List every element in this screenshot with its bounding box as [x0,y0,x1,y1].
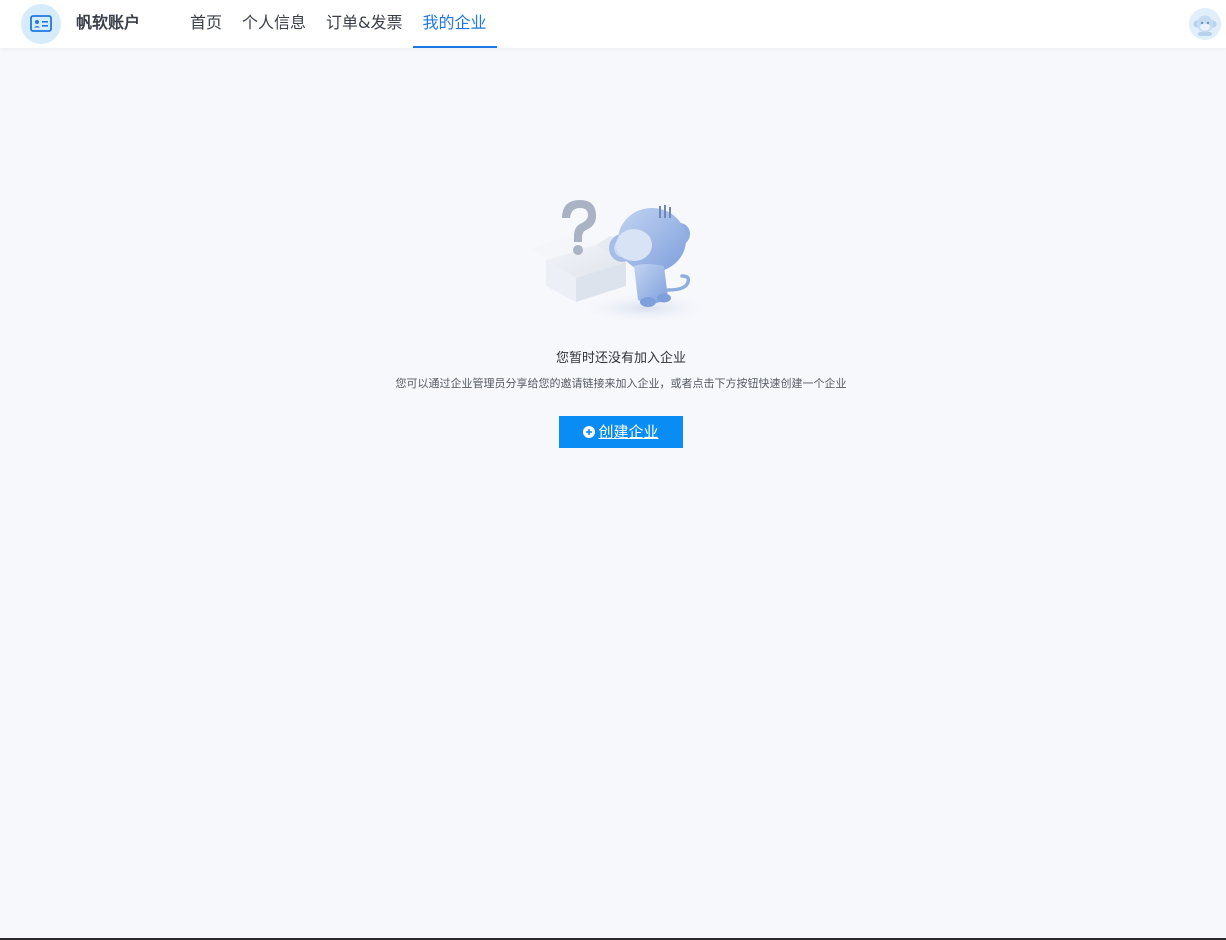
nav-profile[interactable]: 个人信息 [232,0,316,48]
nav-my-enterprise[interactable]: 我的企业 [412,0,497,48]
empty-description: 您可以通过企业管理员分享给您的邀请链接来加入企业，或者点击下方按钮快速创建一个企… [395,377,847,390]
monkey-avatar-icon [1189,8,1221,40]
create-enterprise-label: 创建企业 [598,423,659,441]
empty-illustration [526,190,716,334]
logo[interactable] [21,4,61,44]
nav-orders-invoices[interactable]: 订单&发票 [316,0,412,48]
nav-home[interactable]: 首页 [180,0,232,48]
empty-title: 您暂时还没有加入企业 [555,351,686,366]
monkey-question-box-illustration [532,200,716,324]
id-card-icon [30,15,52,32]
plus-circle-icon [583,426,596,438]
create-enterprise-button[interactable]: 创建企业 [559,416,683,448]
top-header: 帆软账户 首页 个人信息 订单&发票 我的企业 [0,0,1226,48]
brand-title: 帆软账户 [76,13,141,32]
avatar[interactable] [1189,8,1221,40]
main-nav: 首页 个人信息 订单&发票 我的企业 [180,0,497,48]
